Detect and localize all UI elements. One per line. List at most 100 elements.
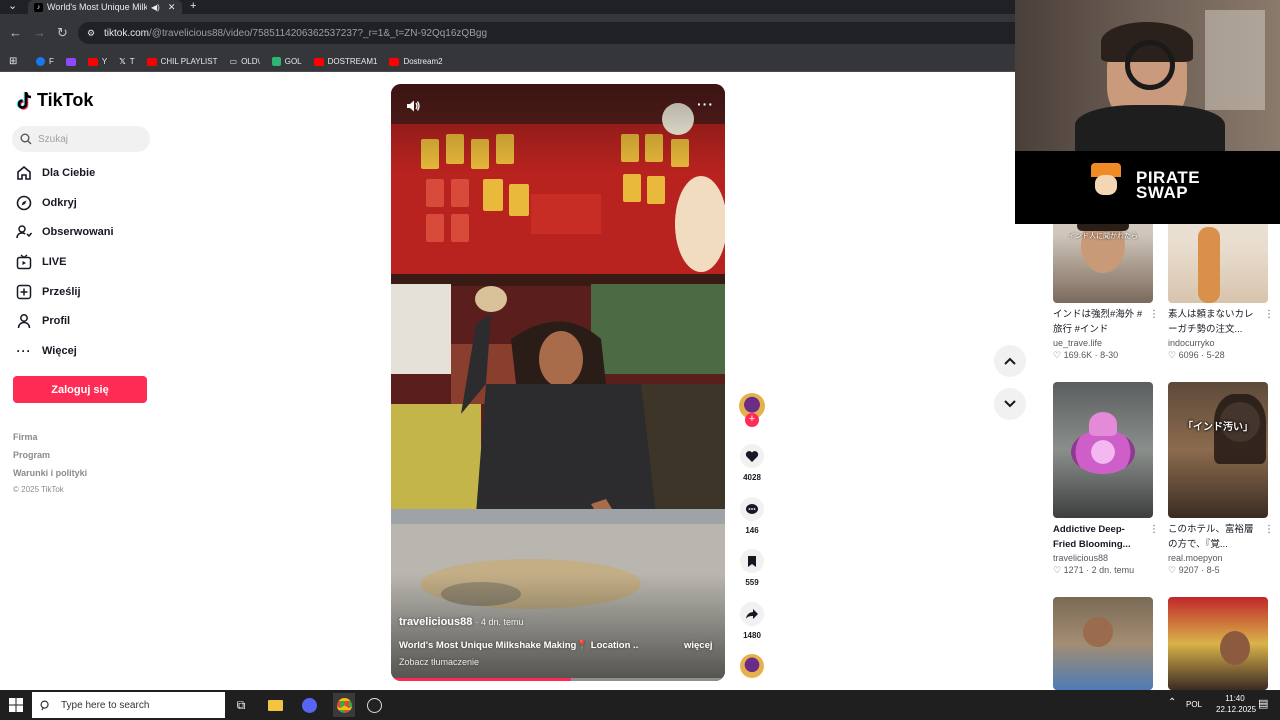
recommendation-stats: ♡ 9207 · 8-5 xyxy=(1168,565,1220,575)
new-tab-icon[interactable]: + xyxy=(190,0,196,12)
sidebar-item-profile[interactable]: Profil xyxy=(16,313,70,329)
recommendation-author[interactable]: indocurryko xyxy=(1168,338,1268,348)
share-icon[interactable] xyxy=(740,602,764,626)
caption-more-button[interactable]: więcej xyxy=(684,640,713,651)
bookmark-item[interactable]: GOL xyxy=(271,57,302,66)
footer-link-terms[interactable]: Warunki i polityki xyxy=(13,468,87,478)
recommendation-thumbnail[interactable] xyxy=(1053,597,1153,690)
recommendation-card[interactable]: ⋮ Addictive Deep-Fried Blooming... trave… xyxy=(1053,382,1159,576)
notification-icon[interactable]: ▤ xyxy=(1258,697,1268,710)
login-button[interactable]: Zaloguj się xyxy=(13,376,147,403)
card-more-icon[interactable]: ⋮ xyxy=(1264,309,1274,320)
thumbnail-overlay-text: インド人に聞かれたら xyxy=(1068,233,1138,240)
recommendation-thumbnail[interactable] xyxy=(1168,597,1268,690)
like-action[interactable]: 4028 xyxy=(739,444,765,482)
url-path: /@travelicious88/video/75851142063625372… xyxy=(149,27,487,39)
tray-overflow-icon[interactable]: ⌃ xyxy=(1168,697,1176,708)
browser-tab[interactable]: ♪ World's Most Unique Milkshake ◀) ✕ xyxy=(28,0,182,14)
like-count: 4028 xyxy=(743,473,761,482)
like-count: 169.6K xyxy=(1063,350,1093,360)
share-count: 1480 xyxy=(743,631,761,640)
bookmark-item[interactable] xyxy=(65,57,76,66)
heart-icon[interactable] xyxy=(740,444,764,468)
footer-link-program[interactable]: Program xyxy=(13,450,50,460)
language-indicator[interactable]: POL xyxy=(1186,700,1202,709)
recommendation-author[interactable]: ue_trave.life xyxy=(1053,338,1153,348)
speaker-icon[interactable]: ◀) xyxy=(151,3,160,12)
bookmark-icon[interactable] xyxy=(740,549,764,573)
clock[interactable]: 11:40 22.12.2025 xyxy=(1216,693,1256,715)
forward-icon[interactable]: → xyxy=(33,25,46,41)
search-input[interactable]: Szukaj xyxy=(12,126,150,152)
sidebar-item-live[interactable]: LIVE xyxy=(16,254,66,270)
tab-search-icon[interactable]: ⌄ xyxy=(8,0,17,12)
windows-start-icon[interactable] xyxy=(7,696,25,714)
discord-icon[interactable] xyxy=(300,696,318,714)
volume-icon[interactable] xyxy=(405,98,421,114)
reload-icon[interactable]: ↻ xyxy=(57,25,68,41)
video-author-line: travelicious88 · 4 dn. temu xyxy=(399,616,523,628)
recommendation-author[interactable]: real.moepyon xyxy=(1168,553,1268,563)
url-domain: tiktok.com xyxy=(104,27,150,39)
sidebar-item-label: Dla Ciebie xyxy=(42,167,96,179)
compass-icon xyxy=(16,195,32,211)
recommendation-card[interactable] xyxy=(1053,597,1153,690)
next-video-button[interactable] xyxy=(994,388,1026,420)
card-more-icon[interactable]: ⋮ xyxy=(1149,309,1159,320)
comment-icon[interactable] xyxy=(740,497,764,521)
bookmark-item[interactable]: Y xyxy=(87,57,107,66)
sidebar-item-upload[interactable]: Prześlij xyxy=(16,284,81,300)
translate-link[interactable]: Zobacz tłumaczenie xyxy=(399,657,479,667)
bookmark-label: F xyxy=(49,57,54,66)
comment-action[interactable]: 146 xyxy=(739,497,765,535)
previous-video-button[interactable] xyxy=(994,345,1026,377)
video-player[interactable]: ··· travelicious88 · 4 dn. temu World's … xyxy=(391,84,725,681)
sidebar-item-explore[interactable]: Odkryj xyxy=(16,195,77,211)
file-explorer-icon[interactable] xyxy=(266,696,284,714)
taskbar-search-placeholder: Type here to search xyxy=(61,699,150,711)
video-progress-track[interactable] xyxy=(391,678,725,681)
bookmark-item[interactable]: CHIL PLAYLIST xyxy=(146,57,218,66)
chrome-icon[interactable] xyxy=(333,693,355,717)
bookmark-item[interactable]: F xyxy=(36,57,54,66)
card-more-icon[interactable]: ⋮ xyxy=(1264,524,1274,535)
video-author[interactable]: travelicious88 xyxy=(399,616,472,628)
bookmark-item[interactable]: DOSTREAM1 xyxy=(313,57,377,66)
sound-disc[interactable] xyxy=(739,654,765,678)
sidebar-item-label: Prześlij xyxy=(42,286,81,298)
bookmark-item[interactable]: Dostream2 xyxy=(389,57,443,66)
sidebar-item-more[interactable]: ··· Więcej xyxy=(16,343,77,359)
card-more-icon[interactable]: ⋮ xyxy=(1149,524,1159,535)
follow-plus-icon[interactable]: + xyxy=(745,413,759,427)
sidebar-item-label: LIVE xyxy=(42,256,67,268)
recommendation-card[interactable] xyxy=(1168,597,1268,690)
apps-grid-icon[interactable]: ⊞ xyxy=(9,56,17,67)
sidebar-item-label: Profil xyxy=(42,315,71,327)
url-field[interactable]: ⚙ tiktok.com/@travelicious88/video/75851… xyxy=(78,22,1038,44)
recommendation-author[interactable]: travelicious88 xyxy=(1053,553,1153,563)
recommendation-card[interactable]: 「インド汚い」 ⋮ このホテル、富裕層の方で、『覚... real.moepyo… xyxy=(1168,382,1274,576)
tab-close-icon[interactable]: ✕ xyxy=(168,2,176,13)
site-info-icon[interactable]: ⚙ xyxy=(87,28,95,39)
sidebar-item-for-you[interactable]: Dla Ciebie xyxy=(16,165,95,181)
obs-icon[interactable] xyxy=(365,696,383,714)
recommendation-thumbnail[interactable]: 「インド汚い」 xyxy=(1168,382,1268,518)
more-icon: ··· xyxy=(16,344,32,358)
video-more-icon[interactable]: ··· xyxy=(697,96,714,112)
sidebar-item-following[interactable]: Obserwowani xyxy=(16,224,114,240)
recommendation-stats: ♡ 6096 · 5-28 xyxy=(1168,350,1225,360)
search-icon xyxy=(40,700,49,710)
author-avatar-button[interactable]: + xyxy=(739,393,765,427)
task-view-icon[interactable]: ⧉ xyxy=(232,696,250,714)
post-date: 5-28 xyxy=(1206,350,1225,360)
back-icon[interactable]: ← xyxy=(9,25,22,41)
share-action[interactable]: 1480 xyxy=(739,602,765,640)
bookmark-folder[interactable]: ▭ OLD\ xyxy=(230,57,260,66)
footer-link-company[interactable]: Firma xyxy=(13,432,38,442)
tiktok-logo[interactable]: TikTok xyxy=(16,90,93,111)
bookmark-label: Dostream2 xyxy=(403,57,443,66)
recommendation-thumbnail[interactable] xyxy=(1053,382,1153,518)
save-action[interactable]: 559 xyxy=(739,549,765,587)
taskbar-search-input[interactable]: Type here to search xyxy=(32,692,225,718)
bookmark-item[interactable]: 𝕏T xyxy=(119,57,134,66)
